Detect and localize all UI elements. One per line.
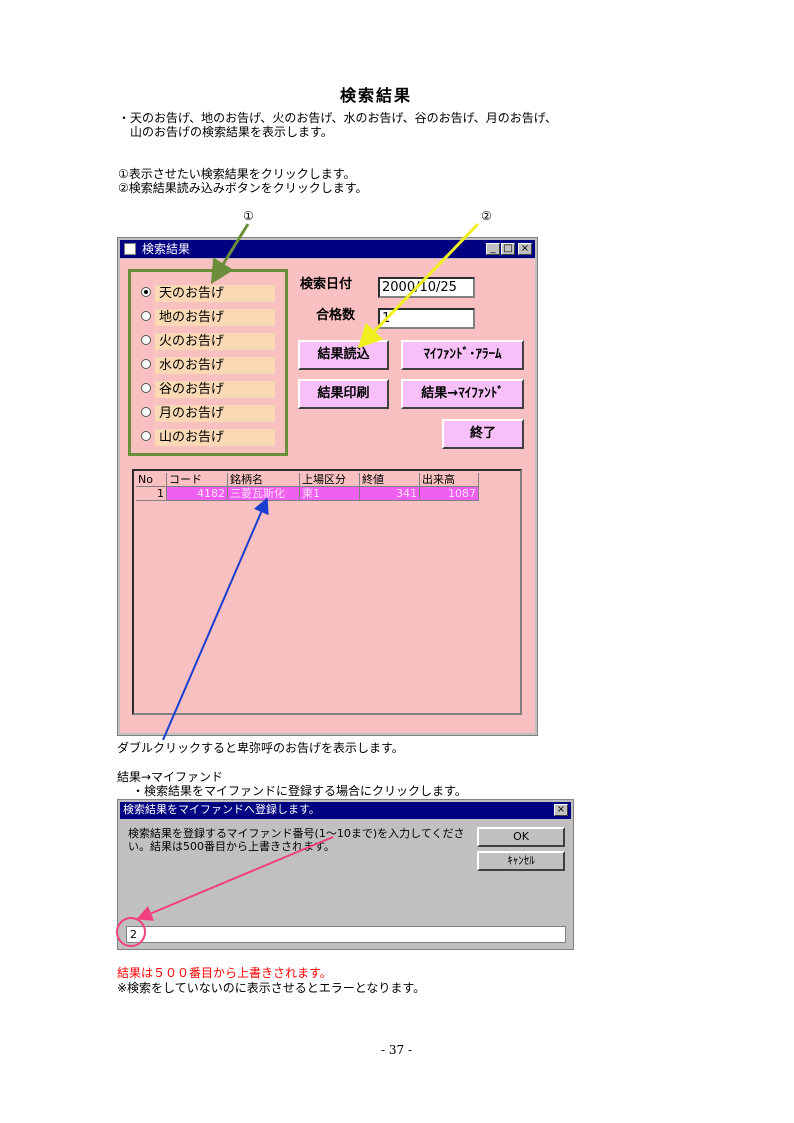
arrow-blue <box>162 497 269 741</box>
arrow-yellow <box>357 222 480 349</box>
arrow-green <box>210 223 250 285</box>
arrow-pink <box>136 836 334 921</box>
highlight-circle <box>116 917 146 947</box>
annotation-overlay <box>116 222 480 947</box>
